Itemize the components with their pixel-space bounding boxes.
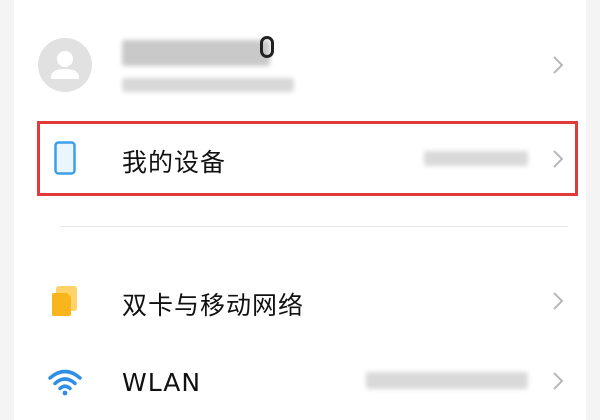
sim-cards-icon bbox=[52, 286, 77, 316]
sim-network-label: 双卡与移动网络 bbox=[122, 291, 305, 320]
section-divider bbox=[60, 226, 568, 227]
wifi-icon bbox=[48, 369, 82, 396]
chevron-right-icon bbox=[553, 372, 564, 390]
chevron-right-icon bbox=[553, 292, 564, 310]
device-name-blurred bbox=[424, 151, 528, 166]
wlan-label: WLAN bbox=[122, 368, 202, 397]
sim-network-row[interactable]: 双卡与移动网络 bbox=[14, 268, 586, 336]
my-device-row[interactable]: 我的设备 bbox=[14, 121, 586, 196]
chevron-right-icon bbox=[553, 56, 564, 74]
settings-card: 我的设备 双卡与移动网络 WLAN bbox=[14, 0, 586, 420]
account-name-tail bbox=[260, 36, 274, 58]
account-subtitle-blurred bbox=[122, 78, 294, 92]
wlan-row[interactable]: WLAN bbox=[14, 350, 586, 420]
chevron-right-icon bbox=[553, 150, 564, 168]
wifi-name-blurred bbox=[366, 372, 528, 389]
phone-outline-icon bbox=[54, 141, 76, 175]
avatar bbox=[38, 38, 92, 92]
my-device-label: 我的设备 bbox=[122, 148, 227, 177]
account-row[interactable] bbox=[14, 20, 586, 110]
account-name-blurred bbox=[122, 40, 270, 66]
avatar-person-icon bbox=[51, 51, 79, 79]
